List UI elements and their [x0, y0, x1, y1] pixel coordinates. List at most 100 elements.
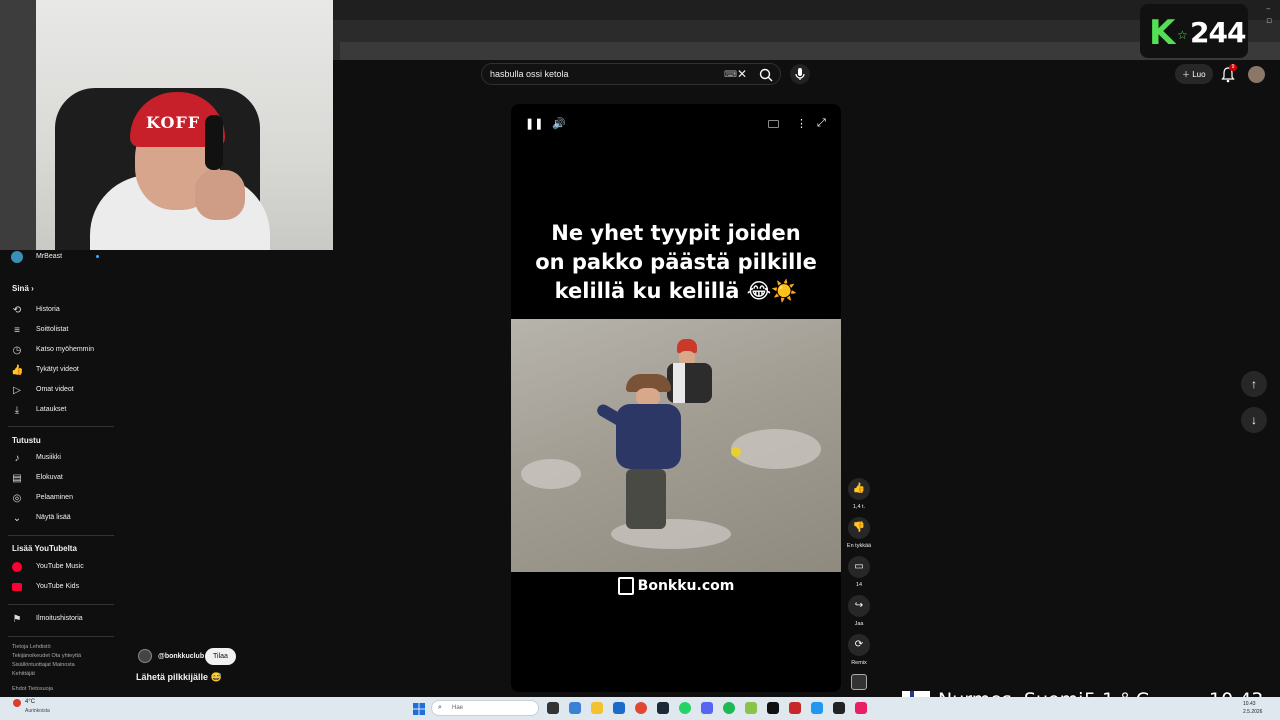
- sidebar-item-history[interactable]: ⟲ Historia: [0, 302, 115, 322]
- sidebar-item-show-more[interactable]: ⌄ Näytä lisää: [0, 510, 115, 530]
- subscribe-button[interactable]: Tilaa: [205, 648, 236, 665]
- sidebar-item-label: Soittolistat: [36, 326, 69, 333]
- footer-links-1[interactable]: Tietoja Lehdistö: [12, 644, 51, 650]
- taskbar-clock[interactable]: 10.43 2.5.2026: [1243, 700, 1262, 716]
- sidebar-item-watch-later[interactable]: ◷ Katso myöhemmin: [0, 342, 115, 362]
- like-button[interactable]: 👍: [848, 478, 870, 500]
- sidebar-item-label: Tykätyt videot: [36, 366, 79, 373]
- discord-icon[interactable]: [701, 702, 713, 714]
- downloads-icon: ⤓: [14, 405, 20, 416]
- epic-games-icon[interactable]: [767, 702, 779, 714]
- comment-count: 14: [855, 582, 863, 588]
- sidebar-item-mrbeast[interactable]: MrBeast: [36, 253, 62, 260]
- taskbar-search[interactable]: ⌕ Hae: [431, 700, 539, 716]
- sidebar-item-liked[interactable]: 👍 Tykätyt videot: [0, 362, 115, 382]
- volume-icon[interactable]: 🔊: [552, 117, 566, 130]
- mail-icon[interactable]: [613, 702, 625, 714]
- fishing-float: [731, 447, 741, 457]
- sidebar-item-playlists[interactable]: ≡ Soittolistat: [0, 322, 115, 342]
- pause-icon[interactable]: ❚❚: [525, 117, 543, 130]
- task-view-icon[interactable]: [547, 702, 559, 714]
- caption-line: Ne yhet tyypit joiden: [551, 221, 801, 245]
- taskbar-temperature[interactable]: 4°C: [25, 699, 35, 705]
- create-label: Luo: [1192, 70, 1206, 79]
- search-input[interactable]: hasbulla ossi ketola: [490, 69, 569, 79]
- sidebar-heading-explore: Tutustu: [12, 436, 41, 445]
- fullscreen-icon[interactable]: ⤢: [817, 117, 826, 130]
- windows-start-icon[interactable]: [413, 702, 425, 715]
- remix-button[interactable]: ⟳: [848, 634, 870, 656]
- chevron-down-icon: ⌄: [12, 513, 22, 524]
- sidebar-item-youtube-music[interactable]: YouTube Music: [0, 559, 115, 579]
- sidebar-item-label: Elokuvat: [36, 474, 63, 481]
- steam-icon[interactable]: [657, 702, 669, 714]
- minimize-icon[interactable]: –: [1266, 4, 1271, 14]
- maximize-icon[interactable]: ▫: [1266, 16, 1272, 26]
- remix-label: Remix: [851, 660, 867, 666]
- search-icon: ⌕: [438, 704, 442, 711]
- playlists-icon: ≡: [14, 325, 20, 336]
- search-icon: [759, 68, 773, 82]
- sidebar-item-label: Lataukset: [36, 406, 67, 413]
- sidebar-item-movies[interactable]: ▤ Elokuvat: [0, 470, 115, 490]
- footer-links-5[interactable]: Ehdot Tietosuoja: [12, 686, 53, 692]
- your-videos-icon: ▷: [13, 385, 21, 396]
- sidebar-divider: [8, 535, 114, 536]
- spotify-icon[interactable]: [723, 702, 735, 714]
- footer-links-3[interactable]: Sisällöntuottajat Mainosta: [12, 662, 75, 668]
- flag-icon: ⚑: [12, 614, 22, 625]
- sidebar-item-gaming[interactable]: ◎ Pelaaminen: [0, 490, 115, 510]
- channel-name[interactable]: @bonkkuclub: [158, 653, 204, 660]
- whatsapp-icon[interactable]: [679, 702, 691, 714]
- dislike-button[interactable]: 👎: [848, 517, 870, 539]
- sidebar-item-youtube-kids[interactable]: YouTube Kids: [0, 579, 115, 599]
- sidebar-item-music[interactable]: ♪ Musiikki: [0, 450, 115, 470]
- sidebar-item-report-history[interactable]: ⚑ Ilmoitushistoria: [0, 611, 115, 631]
- keyboard-icon[interactable]: ⌨: [724, 69, 737, 80]
- sidebar-divider: [8, 604, 114, 605]
- browser-address-bar[interactable]: [340, 42, 1280, 60]
- channel-logo-badge: K ☆ 244: [1140, 4, 1248, 58]
- account-avatar[interactable]: [1248, 66, 1265, 83]
- voice-search-button[interactable]: [790, 64, 810, 84]
- app-icon[interactable]: [789, 702, 801, 714]
- weather-alert-icon[interactable]: [13, 699, 21, 707]
- clear-search-icon[interactable]: ✕: [737, 67, 747, 81]
- footer-links-4[interactable]: Kehittäjät: [12, 671, 35, 677]
- app-icon[interactable]: [745, 702, 757, 714]
- sidebar-divider: [8, 636, 114, 637]
- footer-links-2[interactable]: Tekijänoikeudet Ota yhteyttä: [12, 653, 81, 659]
- chrome-icon[interactable]: [635, 702, 647, 714]
- fisherman-foreground: [595, 374, 696, 534]
- share-button[interactable]: ↪: [848, 595, 870, 617]
- channel-avatar[interactable]: [138, 649, 152, 663]
- window-controls[interactable]: – ▫: [1256, 4, 1280, 44]
- plus-icon: ＋: [1182, 70, 1190, 79]
- sidebar-item-your-videos[interactable]: ▷ Omat videot: [0, 382, 115, 402]
- sound-thumbnail[interactable]: [851, 674, 867, 690]
- windows-taskbar: 4°C Aurinkoista ⌕ Hae 10.43 2.5.2026: [0, 697, 1280, 720]
- webcam-wall: [0, 0, 36, 250]
- comments-button[interactable]: ▭: [848, 556, 870, 578]
- notification-count-badge: 9: [1229, 64, 1237, 71]
- shorts-video-player[interactable]: ❚❚ 🔊 ⋮ ⤢ Ne yhet tyypit joiden on pakko …: [511, 104, 841, 692]
- file-explorer-icon[interactable]: [591, 702, 603, 714]
- search-button[interactable]: [758, 67, 774, 83]
- captions-icon[interactable]: [768, 120, 779, 128]
- x-app-icon[interactable]: [833, 702, 845, 714]
- ice-chunk: [521, 459, 581, 489]
- create-button[interactable]: ＋ Luo: [1175, 64, 1213, 84]
- more-options-icon[interactable]: ⋮: [796, 117, 807, 130]
- next-video-button[interactable]: ↓: [1241, 407, 1267, 433]
- app-icon[interactable]: [811, 702, 823, 714]
- search-bar[interactable]: hasbulla ossi ketola ⌨ ✕: [481, 63, 781, 85]
- cap-logo-text: KOFF: [146, 113, 201, 132]
- previous-video-button[interactable]: ↑: [1241, 371, 1267, 397]
- gaming-icon: ◎: [12, 493, 22, 504]
- arrow-down-icon: ↓: [1251, 413, 1257, 427]
- widgets-icon[interactable]: [569, 702, 581, 714]
- notifications-button[interactable]: 9: [1220, 64, 1238, 84]
- sidebar-item-downloads[interactable]: ⤓ Lataukset: [0, 402, 115, 422]
- sidebar-heading-you[interactable]: Sinä ›: [12, 284, 34, 293]
- app-icon[interactable]: [855, 702, 867, 714]
